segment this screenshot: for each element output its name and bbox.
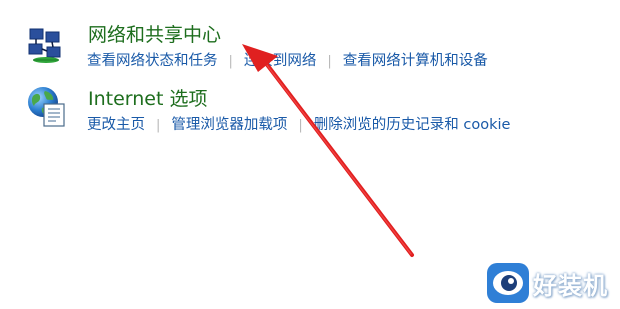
view-network-computers-link[interactable]: 查看网络计算机和设备: [343, 53, 488, 69]
manage-addons-link[interactable]: 管理浏览器加载项: [171, 117, 287, 133]
link-separator: |: [298, 118, 303, 133]
change-homepage-link[interactable]: 更改主页: [87, 117, 145, 133]
internet-options-icon[interactable]: [25, 84, 71, 134]
link-separator: |: [156, 118, 161, 133]
internet-options-title[interactable]: Internet 选项: [88, 84, 207, 111]
connect-to-network-link[interactable]: 连接到网络: [244, 53, 317, 69]
network-sharing-center-icon[interactable]: [26, 26, 68, 70]
delete-history-link[interactable]: 删除浏览的历史记录和 cookie: [314, 117, 511, 133]
internet-options-links: 更改主页 | 管理浏览器加载项 | 删除浏览的历史记录和 cookie: [87, 113, 510, 134]
view-network-status-link[interactable]: 查看网络状态和任务: [87, 53, 218, 69]
link-separator: |: [228, 54, 233, 69]
network-sharing-center-title[interactable]: 网络和共享中心: [88, 20, 221, 47]
network-sharing-links: 查看网络状态和任务 | 连接到网络 | 查看网络计算机和设备: [87, 49, 488, 70]
eye-logo-icon: [485, 261, 531, 309]
watermark-text: 好装机: [533, 272, 608, 300]
link-separator: |: [327, 54, 332, 69]
